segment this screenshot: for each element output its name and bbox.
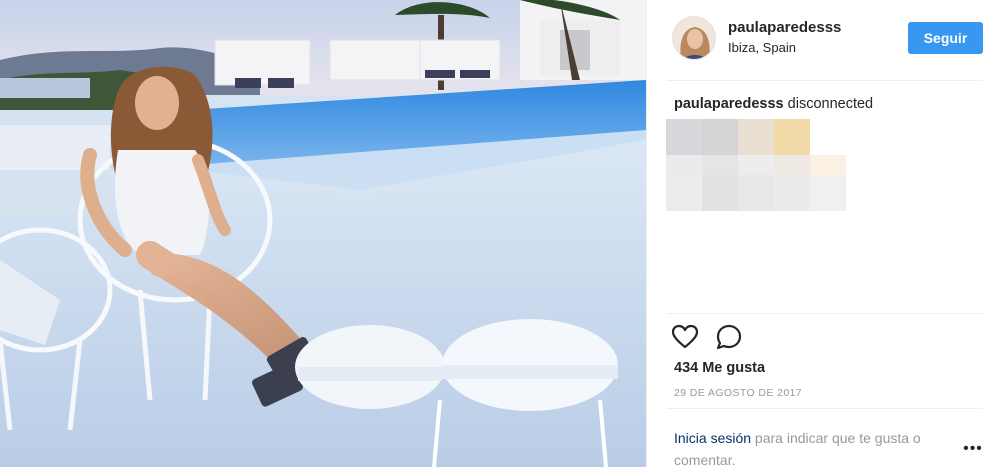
username[interactable]: paulaparedesss	[728, 19, 841, 36]
post-header: paulaparedesss Ibiza, Spain Seguir	[647, 0, 1000, 80]
heart-icon[interactable]	[671, 323, 699, 351]
post-photo[interactable]	[0, 0, 646, 467]
actions-divider	[667, 313, 983, 314]
post-actions	[671, 323, 743, 351]
location-link[interactable]: Ibiza, Spain	[728, 40, 796, 55]
mosaic-tile	[702, 119, 738, 155]
mosaic-tile	[774, 119, 810, 155]
post-caption: paulaparedesss disconnected	[674, 96, 873, 112]
comment-icon[interactable]	[715, 323, 743, 351]
more-options-icon[interactable]: •••	[963, 441, 983, 457]
likes-count[interactable]: 434 Me gusta	[674, 360, 765, 376]
mosaic-tile	[774, 175, 810, 211]
mosaic-tile	[738, 175, 774, 211]
login-prompt: Inicia sesión para indicar que te gusta …	[674, 427, 964, 467]
login-link[interactable]: Inicia sesión	[674, 430, 751, 446]
mosaic-tile	[666, 119, 702, 155]
mosaic-tile	[666, 175, 702, 211]
caption-text: disconnected	[787, 96, 874, 112]
mosaic-tile	[738, 119, 774, 155]
emoji-placeholder-mosaic	[666, 119, 846, 211]
header-divider	[667, 80, 983, 81]
footer-divider	[667, 408, 983, 409]
post-date: 29 DE AGOSTO DE 2017	[674, 387, 803, 399]
caption-username[interactable]: paulaparedesss	[674, 96, 784, 112]
avatar[interactable]	[672, 16, 716, 60]
post-details-panel: paulaparedesss Ibiza, Spain Seguir paula…	[646, 0, 1000, 467]
follow-button[interactable]: Seguir	[908, 22, 983, 54]
mosaic-tile	[702, 175, 738, 211]
mosaic-tile	[810, 175, 846, 211]
